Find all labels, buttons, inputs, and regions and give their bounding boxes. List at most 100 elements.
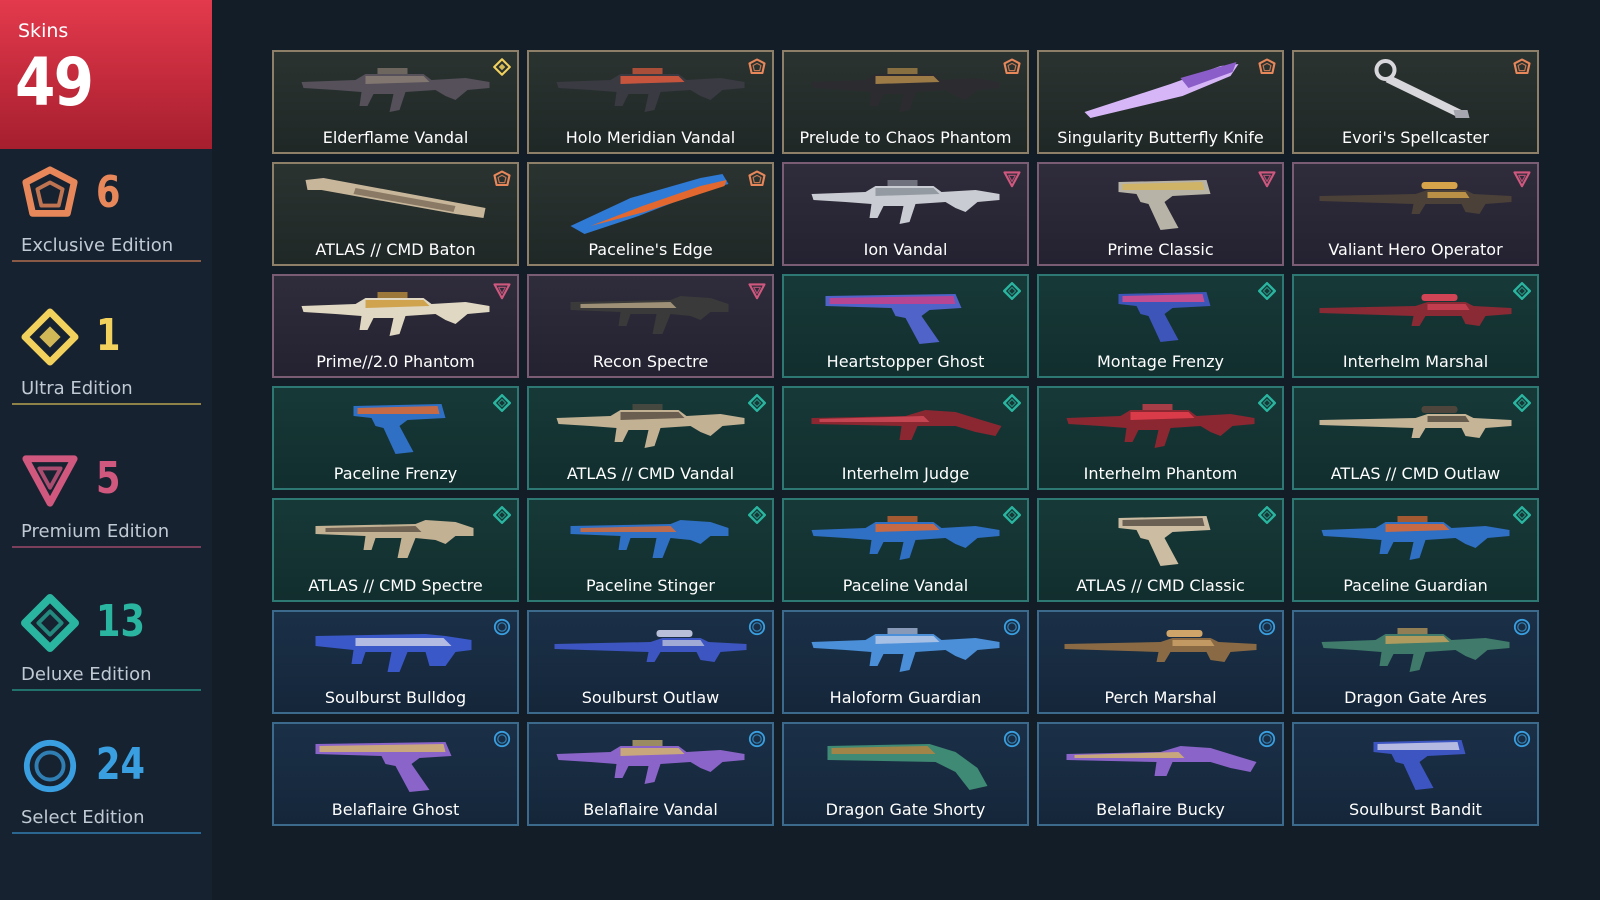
deluxe-edition-icon [1258,394,1276,412]
skin-card-singularity-butterfly-knife[interactable]: Singularity Butterfly Knife [1037,50,1284,154]
skin-name: Haloform Guardian [829,688,982,707]
weapon-pistol-image [292,392,499,462]
weapon-rifle-image [292,56,499,126]
premium-edition-icon [21,451,81,511]
deluxe-edition-icon [1258,506,1276,524]
tier-divider [12,260,201,262]
skin-card-elderflame-vandal[interactable]: Elderflame Vandal [272,50,519,154]
tier-name: Ultra Edition [21,378,133,399]
weapon-rifle-image [802,504,1009,574]
skin-card-soulburst-outlaw[interactable]: Soulburst Outlaw [527,610,774,714]
skin-card-evori-s-spellcaster[interactable]: Evori's Spellcaster [1292,50,1539,154]
ultra-edition-icon [21,308,81,368]
skin-name: Prime//2.0 Phantom [316,352,475,371]
skin-card-atlas-cmd-classic[interactable]: ATLAS // CMD Classic [1037,498,1284,602]
tier-select: 24 Select Edition [0,737,212,847]
skin-card-atlas-cmd-vandal[interactable]: ATLAS // CMD Vandal [527,386,774,490]
skin-card-belaflaire-bucky[interactable]: Belaflaire Bucky [1037,722,1284,826]
skin-card-paceline-stinger[interactable]: Paceline Stinger [527,498,774,602]
total-skins-panel: Skins 49 [0,0,212,149]
skin-name: Belaflaire Vandal [583,800,718,819]
deluxe-edition-icon [493,506,511,524]
skin-card-paceline-vandal[interactable]: Paceline Vandal [782,498,1029,602]
skin-card-dragon-gate-shorty[interactable]: Dragon Gate Shorty [782,722,1029,826]
weapon-lmg-image [1312,616,1519,686]
tier-name: Deluxe Edition [21,664,152,685]
skin-name: Recon Spectre [592,352,709,371]
deluxe-edition-icon [748,506,766,524]
skin-card-prime-2-0-phantom[interactable]: Prime//2.0 Phantom [272,274,519,378]
skin-card-atlas-cmd-baton[interactable]: ATLAS // CMD Baton [272,162,519,266]
skin-card-ion-vandal[interactable]: Ion Vandal [782,162,1029,266]
weapon-smg-image [547,280,754,350]
tier-premium: 5 Premium Edition [0,451,212,561]
skin-name: Ion Vandal [863,240,948,259]
skin-name: Soulburst Bulldog [324,688,467,707]
premium-edition-icon [1513,170,1531,188]
skin-card-atlas-cmd-spectre[interactable]: ATLAS // CMD Spectre [272,498,519,602]
weapon-pistol-image [1312,728,1519,798]
skin-name: Soulburst Outlaw [581,688,720,707]
deluxe-edition-icon [1003,394,1021,412]
tier-count: 6 [96,167,121,218]
skin-card-valiant-hero-operator[interactable]: Valiant Hero Operator [1292,162,1539,266]
skin-card-soulburst-bulldog[interactable]: Soulburst Bulldog [272,610,519,714]
skin-card-interhelm-marshal[interactable]: Interhelm Marshal [1292,274,1539,378]
skin-card-paceline-guardian[interactable]: Paceline Guardian [1292,498,1539,602]
exclusive-edition-icon [1003,58,1021,76]
tier-count: 24 [96,739,145,790]
skin-card-perch-marshal[interactable]: Perch Marshal [1037,610,1284,714]
select-edition-icon [748,618,766,636]
select-edition-icon [1258,618,1276,636]
skin-card-interhelm-phantom[interactable]: Interhelm Phantom [1037,386,1284,490]
skin-card-haloform-guardian[interactable]: Haloform Guardian [782,610,1029,714]
skin-card-belaflaire-vandal[interactable]: Belaflaire Vandal [527,722,774,826]
weapon-rifle-image [547,728,754,798]
skin-card-holo-meridian-vandal[interactable]: Holo Meridian Vandal [527,50,774,154]
skin-name: ATLAS // CMD Baton [315,240,476,259]
skin-card-montage-frenzy[interactable]: Montage Frenzy [1037,274,1284,378]
exclusive-edition-icon [1258,58,1276,76]
weapon-sniper-image [547,616,754,686]
weapon-rifle-image [802,616,1009,686]
select-edition-icon [1003,730,1021,748]
deluxe-edition-icon [748,394,766,412]
skin-card-paceline-s-edge[interactable]: Paceline's Edge [527,162,774,266]
skin-name: Paceline's Edge [588,240,713,259]
total-skins-count: 49 [15,44,94,121]
weapon-pistol-long-image [292,728,499,798]
skin-card-belaflaire-ghost[interactable]: Belaflaire Ghost [272,722,519,826]
skin-card-prelude-to-chaos-phantom[interactable]: Prelude to Chaos Phantom [782,50,1029,154]
weapon-knife-image [1057,56,1264,126]
weapon-rifle-image [1057,392,1264,462]
skin-name: Valiant Hero Operator [1328,240,1503,259]
weapon-pistol-long-image [802,280,1009,350]
deluxe-edition-icon [1513,282,1531,300]
skin-name: Paceline Stinger [586,576,715,595]
tier-name: Exclusive Edition [21,235,174,256]
skin-name: Paceline Guardian [1343,576,1488,595]
deluxe-edition-icon [1258,282,1276,300]
skin-card-paceline-frenzy[interactable]: Paceline Frenzy [272,386,519,490]
deluxe-edition-icon [1513,394,1531,412]
ultra-edition-icon [493,58,511,76]
skin-card-dragon-gate-ares[interactable]: Dragon Gate Ares [1292,610,1539,714]
weapon-rifle-image [547,56,754,126]
tier-count: 1 [96,310,121,361]
skin-card-interhelm-judge[interactable]: Interhelm Judge [782,386,1029,490]
tier-summary-sidebar: Skins 49 6 Exclusive Edition 1 Ultra Editi… [0,0,212,900]
skin-card-heartstopper-ghost[interactable]: Heartstopper Ghost [782,274,1029,378]
premium-edition-icon [1003,170,1021,188]
weapon-rifle-image [802,56,1009,126]
skin-name: Prelude to Chaos Phantom [799,128,1012,147]
premium-edition-icon [1258,170,1276,188]
weapon-sniper-image [1312,280,1519,350]
select-edition-icon [1513,618,1531,636]
skin-card-atlas-cmd-outlaw[interactable]: ATLAS // CMD Outlaw [1292,386,1539,490]
tier-name: Select Edition [21,807,145,828]
skin-name: Interhelm Judge [841,464,970,483]
skin-name: Interhelm Phantom [1083,464,1238,483]
skin-card-recon-spectre[interactable]: Recon Spectre [527,274,774,378]
skin-card-prime-classic[interactable]: Prime Classic [1037,162,1284,266]
skin-card-soulburst-bandit[interactable]: Soulburst Bandit [1292,722,1539,826]
